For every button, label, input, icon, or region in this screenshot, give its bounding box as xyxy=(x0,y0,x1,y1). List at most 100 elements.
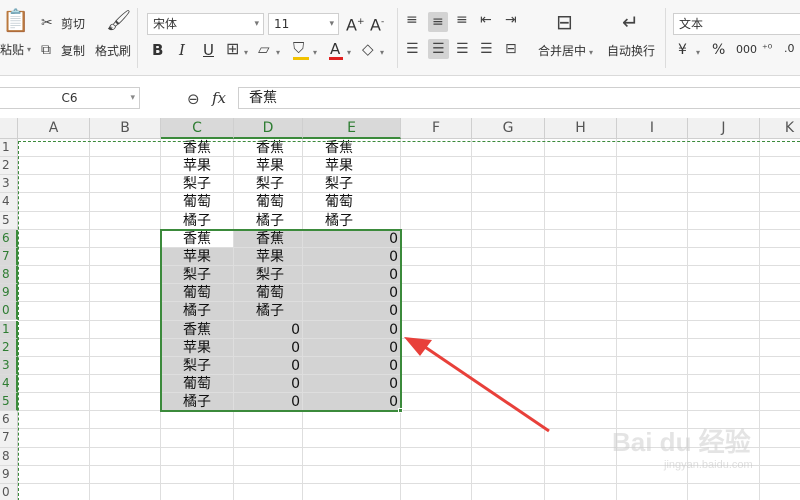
justify-icon[interactable]: ☰ xyxy=(480,41,493,57)
select-all-corner[interactable] xyxy=(0,118,18,139)
merge-cells-icon[interactable]: ⊟ xyxy=(556,12,573,32)
increase-decimal-icon[interactable]: ⁺⁰ xyxy=(762,41,772,57)
cell-e2[interactable]: 苹果 xyxy=(303,157,401,175)
borders-icon[interactable]: ⊞ xyxy=(226,41,239,57)
chevron-down-icon[interactable]: ▾ xyxy=(380,45,384,61)
cell-c2[interactable]: 苹果 xyxy=(161,157,234,175)
chevron-down-icon[interactable]: ▾ xyxy=(244,45,248,61)
column-header-g[interactable]: G xyxy=(472,118,545,139)
font-color-icon[interactable]: A xyxy=(330,41,340,57)
row-header-6[interactable]: 6 xyxy=(0,229,18,248)
row-header-1[interactable]: 1 xyxy=(0,139,18,158)
row-header-13[interactable]: 3 xyxy=(0,356,18,375)
column-header-b[interactable]: B xyxy=(90,118,161,139)
row-header-15[interactable]: 5 xyxy=(0,393,18,412)
wrap-text-icon[interactable]: ↵ xyxy=(622,12,639,32)
row-header-12[interactable]: 2 xyxy=(0,338,18,357)
underline-button[interactable]: U xyxy=(203,42,214,58)
font-size-dropdown[interactable]: 11 ▾ xyxy=(268,13,339,35)
cell-d5[interactable]: 橘子 xyxy=(234,212,303,230)
align-bottom-icon[interactable]: ≡ xyxy=(456,12,468,28)
chevron-down-icon[interactable]: ▾ xyxy=(589,45,593,61)
decrease-decimal-icon[interactable]: .0 xyxy=(784,41,795,57)
align-right-icon[interactable]: ☰ xyxy=(456,41,469,57)
row-header-17[interactable]: 7 xyxy=(0,429,18,448)
column-header-f[interactable]: F xyxy=(401,118,472,139)
align-middle-icon[interactable]: ≡ xyxy=(428,12,448,32)
fill-color-icon[interactable]: ⛉ xyxy=(293,40,304,56)
chevron-down-icon[interactable]: ▾ xyxy=(313,45,317,61)
italic-button[interactable]: I xyxy=(179,42,185,58)
column-header-e[interactable]: E xyxy=(303,118,401,139)
chevron-down-icon[interactable]: ▾ xyxy=(276,45,280,61)
cell-e5[interactable]: 橘子 xyxy=(303,212,401,230)
wrap-text-button[interactable]: 自动换行 xyxy=(607,43,655,59)
cell-e4[interactable]: 葡萄 xyxy=(303,193,401,211)
column-header-a[interactable]: A xyxy=(18,118,90,139)
row-header-9[interactable]: 9 xyxy=(0,284,18,303)
align-left-icon[interactable]: ☰ xyxy=(406,41,419,57)
scissors-icon[interactable]: ✂ xyxy=(41,15,53,31)
copy-icon[interactable]: ⧉ xyxy=(41,42,51,58)
row-header-20[interactable]: 0 xyxy=(0,483,18,500)
align-center-icon[interactable]: ☰ xyxy=(428,39,449,59)
chevron-down-icon[interactable]: ▾ xyxy=(696,45,700,61)
cell-d3[interactable]: 梨子 xyxy=(234,175,303,193)
cell-d2[interactable]: 苹果 xyxy=(234,157,303,175)
cell-c4[interactable]: 葡萄 xyxy=(161,193,234,211)
row-header-19[interactable]: 9 xyxy=(0,465,18,484)
zoom-icon[interactable]: ⊖ xyxy=(187,91,200,107)
row-header-7[interactable]: 7 xyxy=(0,247,18,267)
row-header-11[interactable]: 1 xyxy=(0,320,18,339)
row-gridline xyxy=(18,319,800,321)
spreadsheet-grid[interactable]: A B C D E F G H I J K 1 2 3 4 5 6 7 8 9 0 1 2 3 4 5 6 7 8 9 0 香蕉 苹果 梨子 葡萄橘… xyxy=(0,118,800,500)
paste-dropdown-icon[interactable]: ▾ xyxy=(27,42,31,58)
cell-style-icon[interactable]: ▱ xyxy=(258,41,270,57)
format-painter-button[interactable]: 格式刷 xyxy=(95,43,131,59)
decrease-indent-icon[interactable]: ⇤ xyxy=(480,12,492,28)
bold-button[interactable]: B xyxy=(152,42,163,58)
eraser-icon[interactable]: ◇ xyxy=(362,41,374,57)
column-header-i[interactable]: I xyxy=(617,118,688,139)
row-header-16[interactable]: 6 xyxy=(0,411,18,430)
column-header-d[interactable]: D xyxy=(234,118,303,139)
increase-font-size-button[interactable]: A+ xyxy=(346,14,365,33)
decrease-font-size-button[interactable]: A- xyxy=(370,14,384,33)
copy-button[interactable]: 复制 xyxy=(61,43,85,59)
row-header-14[interactable]: 4 xyxy=(0,374,18,394)
column-header-h[interactable]: H xyxy=(545,118,617,139)
currency-button[interactable]: ¥ xyxy=(678,42,687,58)
row-header-8[interactable]: 8 xyxy=(0,266,18,285)
paste-button[interactable]: 粘贴 xyxy=(0,42,24,58)
percent-button[interactable]: % xyxy=(712,42,725,58)
format-painter-icon[interactable]: 🖌 xyxy=(106,10,131,30)
row-header-4[interactable]: 4 xyxy=(0,193,18,212)
row-header-18[interactable]: 8 xyxy=(0,447,18,466)
row-header-2[interactable]: 2 xyxy=(0,157,18,176)
increase-indent-icon[interactable]: ⇥ xyxy=(505,12,517,28)
fill-handle[interactable] xyxy=(398,408,403,414)
paste-icon[interactable]: 📋 xyxy=(2,11,29,33)
name-box[interactable]: C6 ▾ xyxy=(0,87,140,109)
fx-icon[interactable]: fx xyxy=(212,90,226,106)
cell-c5[interactable]: 橘子 xyxy=(161,212,234,230)
cell-e3[interactable]: 梨子 xyxy=(303,175,401,193)
number-format-dropdown[interactable]: 文本 xyxy=(673,13,800,35)
align-top-icon[interactable]: ≡ xyxy=(406,12,418,28)
formula-input[interactable]: 香蕉 xyxy=(238,87,800,109)
font-name-dropdown[interactable]: 宋体 ▾ xyxy=(147,13,264,35)
thousands-separator-button[interactable]: 000 xyxy=(736,42,757,58)
chevron-down-icon[interactable]: ▾ xyxy=(347,45,351,61)
column-header-j[interactable]: J xyxy=(688,118,760,139)
distributed-align-icon[interactable]: ⊟ xyxy=(505,41,517,57)
row-header-5[interactable]: 5 xyxy=(0,211,18,230)
row-header-3[interactable]: 3 xyxy=(0,175,18,194)
column-header-k[interactable]: K xyxy=(760,118,800,139)
cell-d4[interactable]: 葡萄 xyxy=(234,193,303,211)
merge-center-button[interactable]: 合并居中 xyxy=(538,43,586,59)
row-header-10[interactable]: 0 xyxy=(0,302,18,321)
cut-button[interactable]: 剪切 xyxy=(61,16,85,32)
cell-c3[interactable]: 梨子 xyxy=(161,175,234,193)
chevron-down-icon[interactable]: ▾ xyxy=(130,88,135,108)
column-header-c[interactable]: C xyxy=(161,118,234,139)
